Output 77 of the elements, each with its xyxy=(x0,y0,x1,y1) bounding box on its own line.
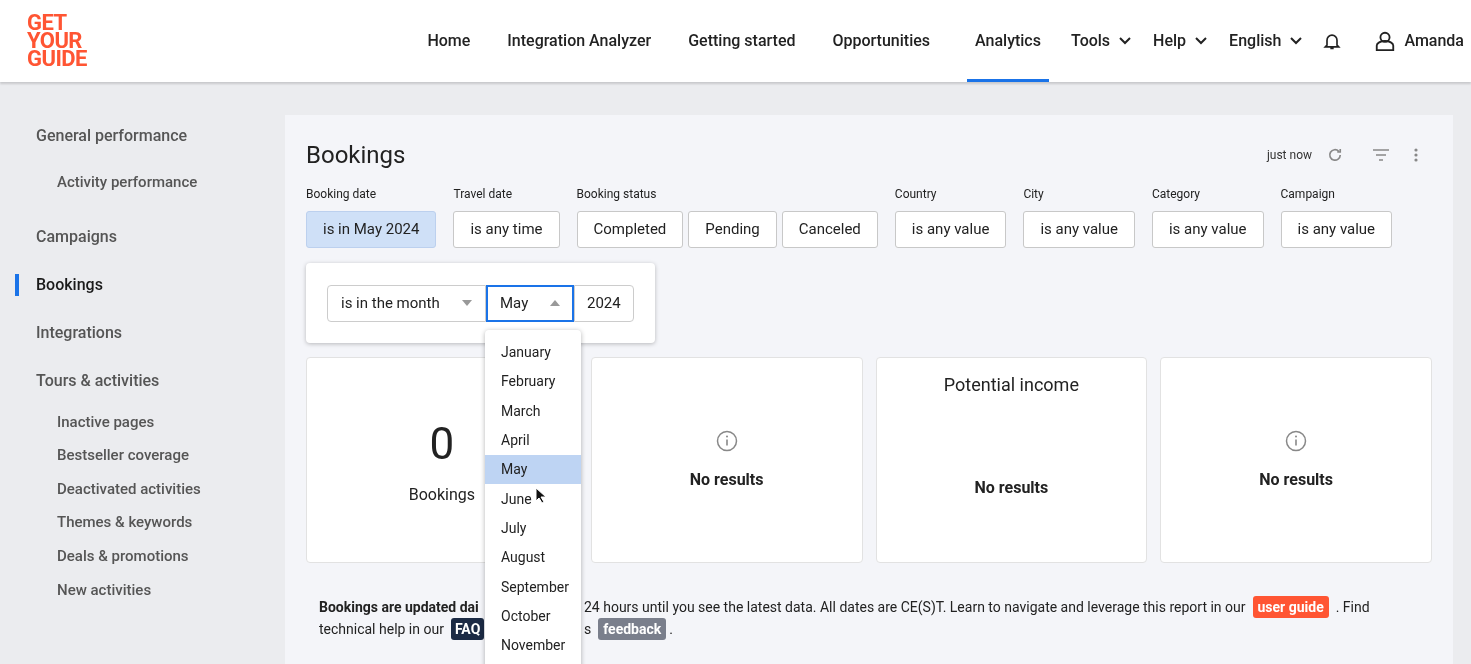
caret-icon xyxy=(462,300,472,306)
sidebar-item[interactable]: General performance xyxy=(0,112,285,160)
footer-text: s xyxy=(584,620,592,639)
nav-link[interactable]: English xyxy=(1229,0,1303,82)
empty-message: No results xyxy=(689,469,764,491)
filter-label: City xyxy=(1023,186,1045,202)
faq-link[interactable]: FAQ xyxy=(450,618,485,640)
sidebar-item[interactable]: Tours & activities xyxy=(0,357,285,405)
sidebar-item[interactable]: Bookings xyxy=(0,261,285,309)
sidebar-subitem[interactable]: Deals & promotions xyxy=(0,539,285,573)
footer-text: 24 hours until you see the latest data. All dates are CE(S)T. Learn to navigate and leverage this report in our xyxy=(584,598,1246,618)
more-icon[interactable] xyxy=(1414,148,1418,162)
report-title: Bookings xyxy=(306,140,406,171)
nav-link[interactable]: Tools xyxy=(1070,0,1132,82)
year-field[interactable]: 2024 xyxy=(574,284,634,322)
filter-label: Campaign xyxy=(1280,186,1336,202)
filter-button[interactable]: is any value xyxy=(1280,211,1393,248)
metric-value: 0 xyxy=(429,419,455,469)
user-name[interactable]: Amanda xyxy=(1404,29,1464,53)
nav-link[interactable]: Getting started xyxy=(688,0,796,82)
updated-time: just now xyxy=(1266,147,1312,164)
month-select[interactable]: May xyxy=(486,284,574,322)
filter-button[interactable]: is any value xyxy=(894,211,1007,248)
month-option[interactable]: August xyxy=(485,543,581,573)
info-icon xyxy=(715,430,738,452)
metric-label: Bookings xyxy=(408,484,475,506)
filter-label: Country xyxy=(894,186,938,202)
sidebar-item[interactable]: Campaigns xyxy=(0,213,285,261)
month-option[interactable]: May xyxy=(485,455,581,485)
caret-icon xyxy=(550,300,560,306)
refresh-icon[interactable] xyxy=(1326,146,1344,164)
filter-button[interactable]: is any value xyxy=(1023,211,1135,248)
sidebar-subitem[interactable]: New activities xyxy=(0,572,285,607)
card-title: Potential income xyxy=(943,373,1079,397)
filter-icon[interactable] xyxy=(1372,148,1390,162)
month-option[interactable]: October xyxy=(485,601,581,631)
filter-button[interactable]: Pending xyxy=(688,211,777,248)
month-option[interactable]: January xyxy=(485,338,581,368)
empty-message: No results xyxy=(1259,469,1333,491)
month-option[interactable]: February xyxy=(485,367,581,397)
info-icon xyxy=(1285,430,1308,452)
nav-link[interactable]: Analytics xyxy=(967,0,1049,82)
sidebar-subitem[interactable]: Inactive pages xyxy=(0,405,285,439)
filter-label: Booking date xyxy=(306,186,378,202)
sidebar-subitem[interactable]: Themes & keywords xyxy=(0,505,285,540)
sidebar-subitem[interactable]: Deactivated activities xyxy=(0,472,285,506)
sidebar-item[interactable]: Integrations xyxy=(0,309,285,357)
month-option[interactable]: July xyxy=(485,513,581,544)
month-option[interactable]: April xyxy=(485,425,581,456)
sidebar-subitem[interactable]: Bestseller coverage xyxy=(0,438,285,473)
filter-button[interactable]: Canceled xyxy=(781,211,878,248)
month-option[interactable]: June xyxy=(485,484,581,514)
bell-icon[interactable] xyxy=(1322,31,1343,51)
nav-link[interactable]: Opportunities xyxy=(832,0,931,82)
filter-button[interactable]: is in May 2024 xyxy=(306,211,437,248)
filter-button[interactable]: is any time xyxy=(453,211,560,248)
footer-text: . Find xyxy=(1335,598,1370,617)
nav-link[interactable]: Home xyxy=(427,0,471,82)
month-option[interactable]: September xyxy=(485,572,581,602)
operator-select[interactable]: is in the month xyxy=(327,284,486,322)
filter-label: Booking status xyxy=(576,186,658,202)
sidebar-subitem[interactable]: Activity performance xyxy=(0,160,285,204)
user-icon[interactable] xyxy=(1374,30,1397,52)
nav-link[interactable]: Help xyxy=(1153,0,1208,82)
cursor-icon xyxy=(535,487,547,504)
filter-button[interactable]: Completed xyxy=(576,211,684,248)
feedback-link[interactable]: feedback xyxy=(598,618,667,640)
filter-button[interactable]: is any value xyxy=(1151,211,1264,248)
nav-link[interactable]: Integration Analyzer xyxy=(507,0,652,82)
empty-message: No results xyxy=(974,477,1049,499)
filter-label: Travel date xyxy=(453,186,514,202)
month-option[interactable]: March xyxy=(485,396,581,426)
footer-text: . xyxy=(669,620,673,639)
month-option[interactable]: November xyxy=(485,630,581,661)
filter-label: Category xyxy=(1151,186,1201,202)
footer-text: technical help in our xyxy=(319,620,444,639)
footer-text: Bookings are updated dai xyxy=(319,598,479,617)
